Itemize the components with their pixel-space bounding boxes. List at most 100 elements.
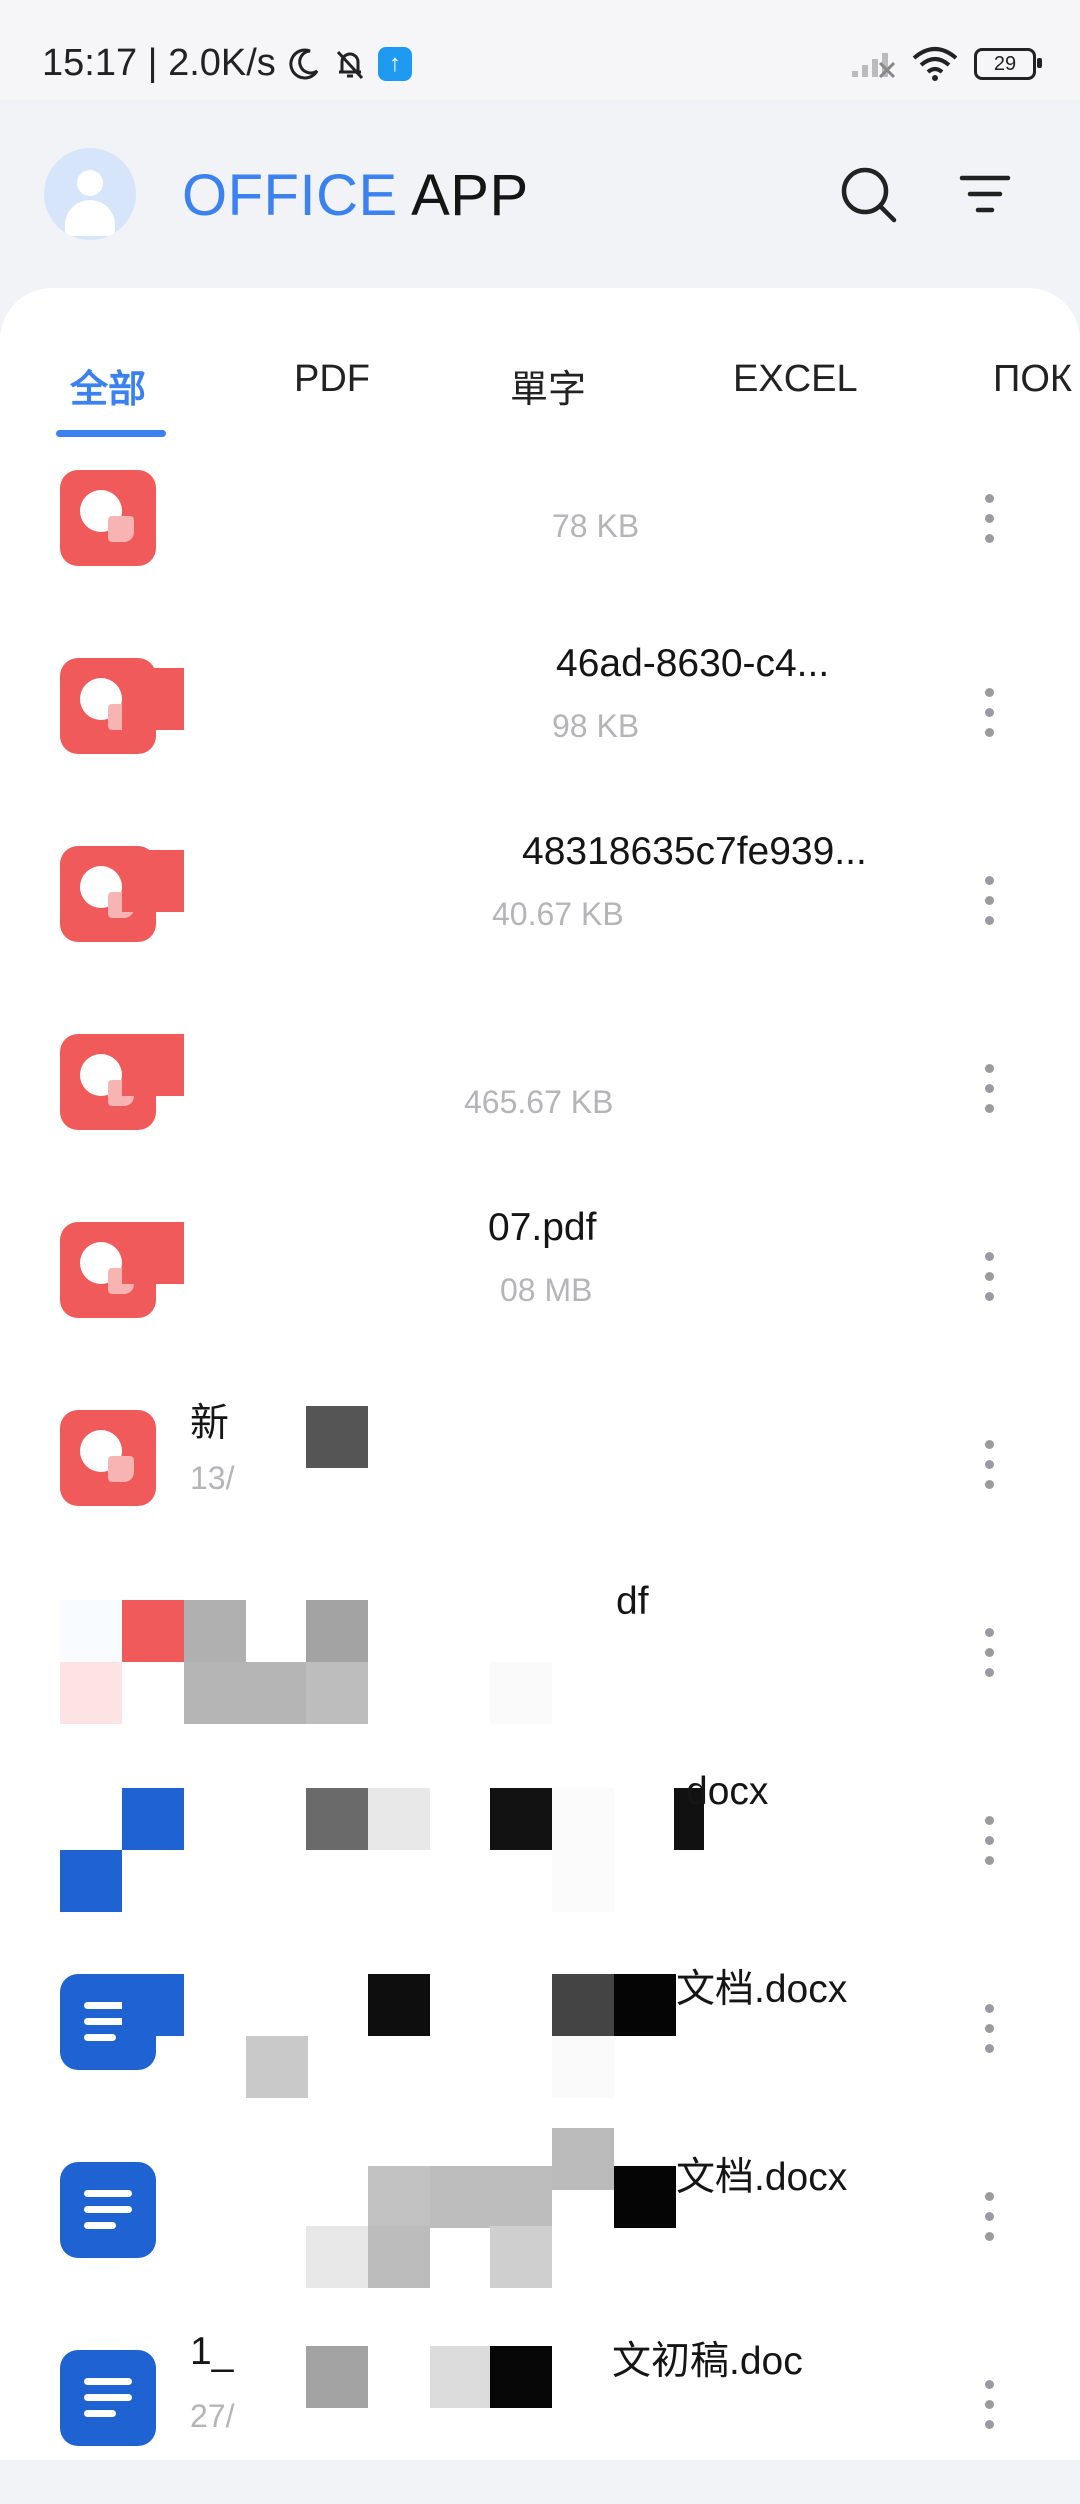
blur-block xyxy=(306,1406,368,1468)
doc-file-icon xyxy=(60,2162,156,2258)
file-name: 46ad-8630-c4... xyxy=(556,642,830,685)
bell-off-icon xyxy=(336,50,363,79)
blur-block xyxy=(60,1850,122,1912)
file-meta: 27/ xyxy=(190,2398,235,2434)
more-options-icon[interactable] xyxy=(982,1246,994,1306)
status-time-speed: 15:17 | 2.0K/s xyxy=(42,42,276,84)
blur-block xyxy=(368,2226,430,2288)
tab-all[interactable]: 全部 xyxy=(70,358,146,413)
blur-block xyxy=(614,2166,676,2228)
pdf-file-icon xyxy=(60,1410,156,1506)
pdf-file-icon xyxy=(60,470,156,566)
more-options-icon[interactable] xyxy=(982,870,994,930)
file-name: 48318635c7fe939... xyxy=(522,830,867,873)
blur-block xyxy=(490,1788,552,1850)
file-name: 新 xyxy=(190,1402,230,1445)
app-title: OFFICE APP xyxy=(182,162,529,229)
blur-block xyxy=(490,1662,552,1724)
blur-block xyxy=(184,1662,246,1724)
blur-block xyxy=(122,1788,184,1850)
tab-word[interactable]: 單字 xyxy=(510,358,586,413)
file-name: 文档.docx xyxy=(676,1968,848,2011)
avatar-body xyxy=(65,200,115,236)
blur-block xyxy=(368,1788,430,1850)
file-meta: 465.67 KB xyxy=(464,1084,614,1120)
status-left: 15:17 | 2.0K/s ↑ xyxy=(42,42,412,85)
blur-block xyxy=(60,1600,122,1662)
avatar-head xyxy=(77,170,103,196)
list-item[interactable]: 07.pdf 08 MB xyxy=(0,1188,1080,1376)
status-right: 29 xyxy=(850,46,1042,82)
file-name: 文初稿.doc xyxy=(612,2340,803,2383)
blur-block xyxy=(246,1662,308,1724)
tab-excel[interactable]: EXCEL xyxy=(733,358,858,401)
blur-block xyxy=(306,2226,368,2288)
doc-file-icon xyxy=(60,2350,156,2446)
file-name: docx xyxy=(686,1770,769,1813)
list-item[interactable]: 78 KB xyxy=(0,436,1080,624)
blur-block xyxy=(306,1788,368,1850)
blur-block xyxy=(490,2226,552,2288)
file-name: 07.pdf xyxy=(488,1206,597,1249)
more-options-icon[interactable] xyxy=(982,2186,994,2246)
list-item[interactable]: 文档.docx xyxy=(0,1940,1080,2128)
blur-block xyxy=(552,1974,614,2036)
more-options-icon[interactable] xyxy=(982,1058,994,1118)
list-item[interactable]: 465.67 KB xyxy=(0,1000,1080,1188)
blur-block xyxy=(122,850,184,912)
file-name-prefix: 1_ xyxy=(190,2330,234,2373)
file-meta: 78 KB xyxy=(552,508,640,544)
more-options-icon[interactable] xyxy=(982,1998,994,2058)
status-bar: 15:17 | 2.0K/s ↑ 29 xyxy=(0,0,1080,100)
blur-block xyxy=(122,1974,184,2036)
blur-block xyxy=(246,2036,308,2098)
list-item[interactable]: 新 13/ xyxy=(0,1376,1080,1564)
file-name: df xyxy=(616,1580,649,1623)
blur-block xyxy=(430,2166,492,2228)
blur-block xyxy=(306,2346,368,2408)
blur-block xyxy=(552,1788,614,1850)
list-item[interactable]: 46ad-8630-c4... 98 KB xyxy=(0,624,1080,812)
blur-block xyxy=(122,1034,184,1096)
signal-icon xyxy=(852,53,896,79)
blur-block xyxy=(122,1600,184,1662)
blur-block xyxy=(306,1600,368,1662)
wifi-icon xyxy=(912,47,958,81)
list-item[interactable]: 文档.docx xyxy=(0,2128,1080,2316)
more-options-icon[interactable] xyxy=(982,488,994,548)
blur-block xyxy=(368,2166,430,2228)
moon-icon xyxy=(289,48,319,80)
list-item[interactable]: 48318635c7fe939... 40.67 KB xyxy=(0,812,1080,1000)
blur-block xyxy=(490,2166,552,2228)
blur-block xyxy=(184,1600,246,1662)
list-item[interactable]: df xyxy=(0,1564,1080,1752)
search-icon[interactable] xyxy=(834,160,904,230)
battery-level: 29 xyxy=(993,52,1017,75)
blur-block xyxy=(306,1662,368,1724)
more-options-icon[interactable] xyxy=(982,1810,994,1870)
blur-block xyxy=(552,2036,614,2098)
list-item[interactable]: 1_ 文初稿.doc 27/ xyxy=(0,2316,1080,2504)
app-title-office: OFFICE xyxy=(182,163,398,228)
file-meta: 40.67 KB xyxy=(492,896,624,932)
blur-block xyxy=(60,1662,122,1724)
avatar[interactable] xyxy=(44,148,136,240)
list-item[interactable]: docx xyxy=(0,1752,1080,1940)
file-meta: 08 MB xyxy=(500,1272,593,1308)
tab-bar: 全部 PDF 單字 EXCEL ПОК xyxy=(0,288,1080,438)
filter-icon[interactable] xyxy=(950,160,1020,230)
blur-block xyxy=(552,1850,614,1912)
file-name: 文档.docx xyxy=(676,2156,848,2199)
more-options-icon[interactable] xyxy=(982,682,994,742)
app-title-app: APP xyxy=(411,163,529,228)
file-meta: 13/ xyxy=(190,1460,235,1496)
more-options-icon[interactable] xyxy=(982,1622,994,1682)
more-options-icon[interactable] xyxy=(982,1434,994,1494)
tab-pdf[interactable]: PDF xyxy=(294,358,370,401)
blur-block xyxy=(552,2128,614,2190)
more-options-icon[interactable] xyxy=(982,2374,994,2434)
tab-ppt[interactable]: ПОК xyxy=(993,358,1072,401)
blur-block xyxy=(122,1222,184,1284)
blur-block xyxy=(490,2346,552,2408)
app-header: OFFICE APP xyxy=(0,100,1080,290)
